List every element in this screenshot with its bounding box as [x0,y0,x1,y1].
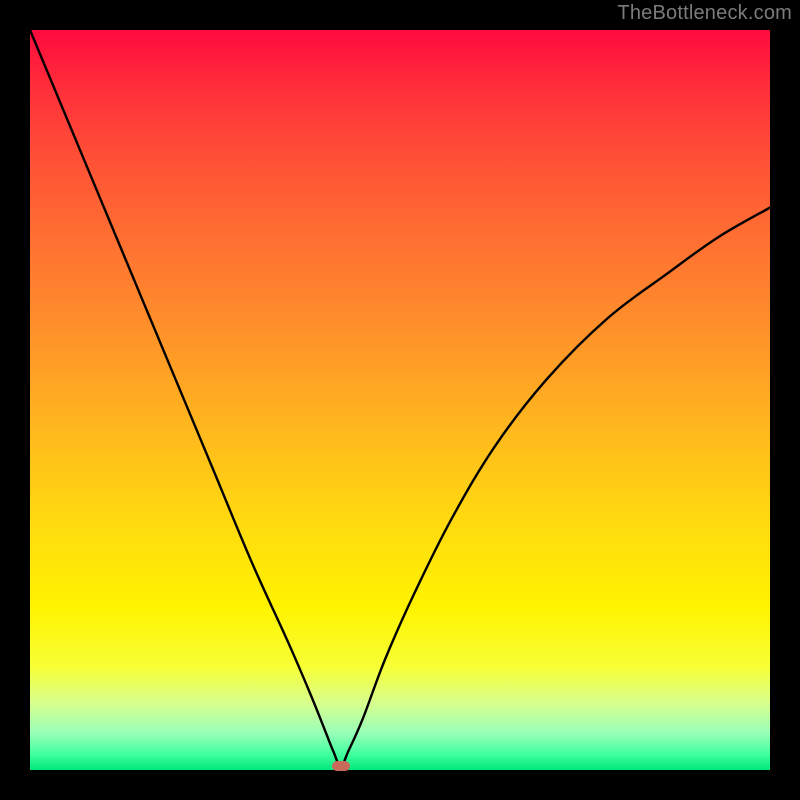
watermark-text: TheBottleneck.com [617,2,792,25]
optimum-marker [332,761,350,771]
curve-path [30,30,770,766]
chart-frame: TheBottleneck.com [0,0,800,800]
curve-svg [30,30,770,770]
plot-area [30,30,770,770]
